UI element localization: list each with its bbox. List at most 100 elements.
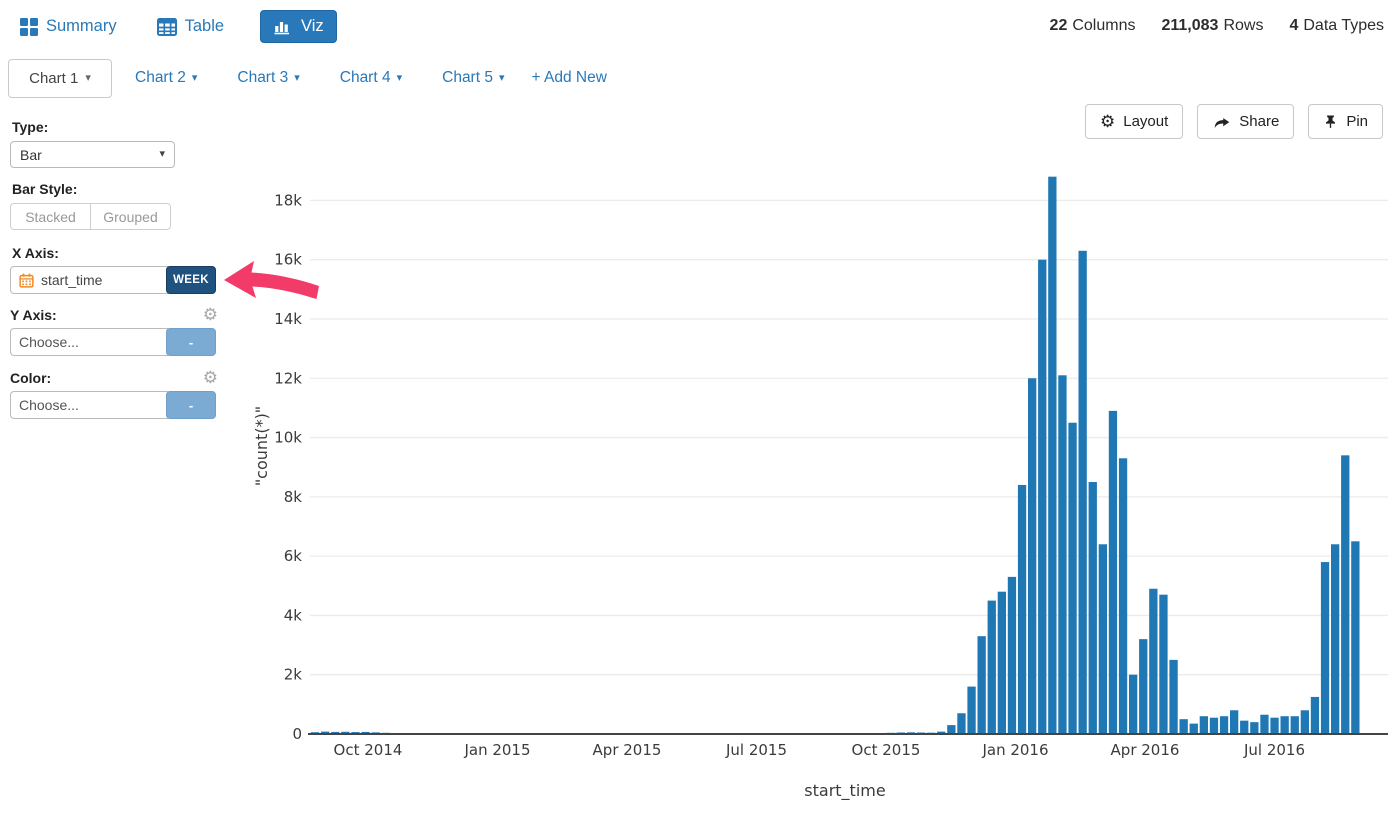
y-tick-label: 8k [284,488,303,506]
x-tick-label: Jan 2016 [981,741,1048,759]
columns-count: 22 [1049,17,1068,34]
rows-label: Rows [1223,17,1264,34]
bar [1129,674,1138,734]
y-axis-aggregation-badge[interactable]: - [166,328,216,356]
bar [1351,541,1360,734]
y-axis-field[interactable]: Choose... [10,328,168,356]
grouped-button[interactable]: Grouped [90,203,171,230]
summary-view-link[interactable]: Summary [20,17,117,36]
bar [1038,259,1047,734]
bar [1007,576,1017,734]
tab-chart-2-label: Chart 2 [135,69,186,86]
rows-stat: 211,083 Rows [1161,17,1263,35]
chevron-down-icon: ▾ [191,71,198,84]
bar [1058,375,1067,734]
tab-chart-4[interactable]: Chart 4 ▾ [340,69,402,87]
x-axis-field[interactable]: start_time [10,266,168,294]
bar [1118,458,1128,734]
x-axis-field-value: start_time [41,272,103,288]
data-types-count: 4 [1289,17,1299,34]
y-axis-field-value: Choose... [19,334,79,350]
tab-chart-5-label: Chart 5 [442,69,493,86]
bar [947,725,956,734]
chart-tabs: Chart 1 ▾ Chart 2 ▾ Chart 3 ▾ Chart 4 ▾ … [8,58,607,98]
bar [1270,717,1279,734]
x-tick-label: Oct 2015 [852,741,921,759]
chevron-down-icon: ▾ [85,71,91,84]
bar [1169,659,1178,734]
y-tick-label: 2k [284,666,303,684]
chevron-down-icon: ▾ [498,71,505,84]
chevron-down-icon: ▾ [294,71,300,84]
add-new-chart-button[interactable]: + Add New [532,69,607,87]
bar-style-label: Bar Style: [12,181,78,197]
layout-button[interactable]: ⚙ Layout [1084,104,1184,139]
bar [1290,716,1299,734]
tab-chart-3[interactable]: Chart 3 ▾ [237,69,299,87]
week-aggregation-badge[interactable]: WEEK [166,266,216,294]
bar [1280,716,1289,734]
bar [987,600,996,734]
bar [1098,544,1107,734]
bar [1341,455,1350,734]
color-field-value: Choose... [19,397,79,413]
viz-view-label: Viz [301,17,324,35]
y-axis-header-row: Y Axis: ⚙ [10,306,218,323]
type-label: Type: [12,119,49,135]
stacked-button[interactable]: Stacked [10,203,91,230]
bar [997,591,1006,734]
bar [1300,710,1309,734]
x-tick-label: Jul 2015 [725,741,787,759]
y-tick-label: 16k [274,251,302,269]
color-field-row: Choose... - [10,391,216,419]
bar [1310,696,1320,734]
bar [1320,562,1330,734]
bar [1028,378,1037,734]
bar-chart: 0 2k 4k 6k 8k 10k 12k 14k 16k 18k Oct 2014 Jan 2015… [252,176,1388,801]
bar [967,686,976,734]
bar [1331,544,1340,734]
share-button-label: Share [1239,113,1280,130]
bar [957,713,966,734]
chevron-down-icon: ▾ [396,71,403,84]
chart-type-value: Bar [20,146,42,163]
dataset-stats: 22 Columns 211,083 Rows 4 Data Types [1050,17,1384,35]
tab-chart-2[interactable]: Chart 2 ▾ [135,69,197,87]
viz-view-button[interactable]: Viz [260,10,337,43]
bar [1209,717,1219,734]
y-tick-label: 14k [274,310,302,328]
bar [1108,410,1118,734]
pin-icon [1326,115,1336,128]
bar [1139,639,1148,734]
bar [1068,422,1077,734]
bar [977,636,986,734]
layout-button-label: Layout [1123,113,1169,130]
color-header-row: Color: ⚙ [10,369,218,386]
bar [1260,714,1269,734]
gear-icon[interactable]: ⚙ [203,306,218,323]
tab-chart-1[interactable]: Chart 1 ▾ [8,58,112,98]
bar [1189,723,1198,734]
bar [1149,588,1158,734]
y-tick-label: 10k [274,429,302,447]
color-aggregation-badge[interactable]: - [166,391,216,419]
share-button[interactable]: Share [1197,104,1295,139]
tab-chart-5[interactable]: Chart 5 ▾ [442,69,504,87]
table-view-link[interactable]: Table [156,17,225,36]
color-field[interactable]: Choose... [10,391,168,419]
bar [1240,720,1249,734]
pin-button[interactable]: Pin [1308,104,1383,139]
bar [1159,594,1168,734]
chevron-down-icon: ▾ [159,148,165,160]
bar [1230,710,1239,734]
x-axis-label: X Axis: [12,245,59,261]
columns-label: Columns [1072,17,1136,34]
x-tick-label: Jul 2016 [1243,741,1305,759]
gear-icon[interactable]: ⚙ [203,369,218,386]
y-axis-label: Y Axis: [10,306,57,323]
x-tick-label: Oct 2014 [334,741,403,759]
x-tick-label: Apr 2016 [1111,741,1180,759]
table-view-label: Table [184,17,225,35]
chart-type-select[interactable]: Bar ▾ [10,141,175,168]
tab-chart-4-label: Chart 4 [339,69,391,86]
